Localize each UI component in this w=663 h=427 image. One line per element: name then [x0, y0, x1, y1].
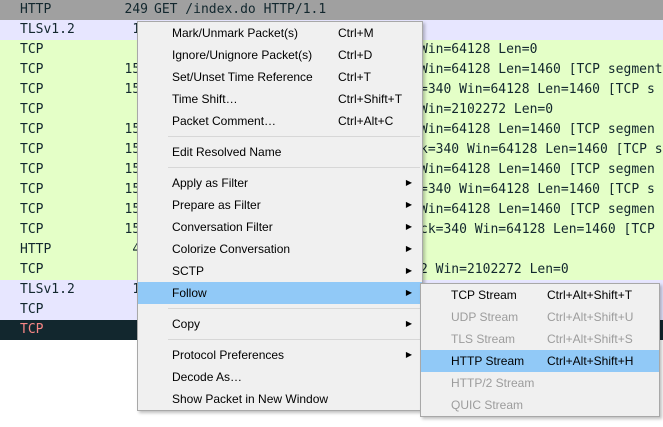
protocol-cell: TCP: [20, 322, 44, 337]
menu-label: HTTP/2 Stream: [451, 376, 535, 390]
submenu-arrow-icon: ▶: [405, 222, 412, 231]
menu-label: TLS Stream: [451, 332, 516, 346]
follow-quic-stream-item[interactable]: QUIC Stream: [421, 394, 659, 416]
submenu-arrow-icon: ▶: [405, 288, 412, 297]
menu-label: Follow: [172, 286, 207, 300]
prepare-as-filter-item[interactable]: Prepare as Filter ▶: [138, 194, 422, 216]
conversation-filter-item[interactable]: Conversation Filter ▶: [138, 216, 422, 238]
time-shift-item[interactable]: Time Shift… Ctrl+Shift+T: [138, 88, 422, 110]
menu-shortcut: Ctrl+Alt+Shift+H: [547, 354, 634, 368]
context-menu: Mark/Unmark Packet(s) Ctrl+M Ignore/Unign…: [137, 21, 423, 411]
menu-label: SCTP: [172, 264, 205, 278]
menu-label: Apply as Filter: [172, 176, 249, 190]
protocol-cell: TCP: [20, 42, 44, 57]
info-tail-cell: Win=64128 Len=1460 [TCP segmen: [420, 202, 655, 217]
menu-shortcut: Ctrl+D: [338, 48, 373, 62]
submenu-arrow-icon: ▶: [405, 266, 412, 275]
menu-label: Conversation Filter: [172, 220, 273, 234]
show-packet-new-window-item[interactable]: Show Packet in New Window: [138, 388, 422, 410]
menu-label: Ignore/Unignore Packet(s): [172, 48, 313, 62]
menu-shortcut: Ctrl+Shift+T: [338, 92, 403, 106]
menu-label: Prepare as Filter: [172, 198, 261, 212]
menu-separator: [168, 339, 420, 340]
menu-label: Edit Resolved Name: [172, 145, 282, 159]
packet-comment-item[interactable]: Packet Comment… Ctrl+Alt+C: [138, 110, 422, 132]
follow-submenu: TCP Stream Ctrl+Alt+Shift+T UDP Stream Ctr…: [420, 283, 660, 417]
info-tail-cell: =340 Win=64128 Len=1460 [TCP s: [420, 182, 655, 197]
follow-http-stream-item[interactable]: HTTP Stream Ctrl+Alt+Shift+H: [421, 350, 659, 372]
menu-label: Set/Unset Time Reference: [172, 70, 313, 84]
menu-label: Decode As…: [172, 370, 243, 384]
protocol-cell: TLSv1.2: [20, 282, 75, 297]
protocol-cell: TCP: [20, 222, 44, 237]
protocol-cell: HTTP: [20, 242, 52, 257]
follow-udp-stream-item[interactable]: UDP Stream Ctrl+Alt+Shift+U: [421, 306, 659, 328]
mark-packet-item[interactable]: Mark/Unmark Packet(s) Ctrl+M: [138, 22, 422, 44]
protocol-cell: HTTP: [20, 2, 52, 17]
protocol-cell: TCP: [20, 142, 44, 157]
menu-label: Mark/Unmark Packet(s): [172, 26, 299, 40]
protocol-cell: TLSv1.2: [20, 22, 75, 37]
protocol-cell: TCP: [20, 62, 44, 77]
info-tail-cell: =340 Win=64128 Len=1460 [TCP s: [420, 82, 655, 97]
follow-tls-stream-item[interactable]: TLS Stream Ctrl+Alt+Shift+S: [421, 328, 659, 350]
length-cell: 249: [124, 2, 148, 17]
protocol-cell: TCP: [20, 202, 44, 217]
packet-row[interactable]: HTTP 249 GET /index.do HTTP/1.1: [0, 0, 663, 20]
apply-as-filter-item[interactable]: Apply as Filter ▶: [138, 172, 422, 194]
menu-separator: [168, 136, 420, 137]
protocol-cell: TCP: [20, 262, 44, 277]
edit-resolved-name-item[interactable]: Edit Resolved Name: [138, 141, 422, 163]
protocol-preferences-item[interactable]: Protocol Preferences ▶: [138, 344, 422, 366]
menu-label: Copy: [172, 317, 201, 331]
menu-separator: [168, 167, 420, 168]
info-tail-cell: Win=64128 Len=1460 [TCP segmen: [420, 162, 655, 177]
info-cell: GET /index.do HTTP/1.1: [154, 2, 327, 17]
menu-label: Colorize Conversation: [172, 242, 291, 256]
menu-label: UDP Stream: [451, 310, 519, 324]
submenu-arrow-icon: ▶: [405, 319, 412, 328]
copy-item[interactable]: Copy ▶: [138, 313, 422, 335]
menu-shortcut: Ctrl+Alt+C: [338, 114, 394, 128]
info-tail-cell: Win=64128 Len=1460 [TCP segmen: [420, 122, 655, 137]
time-reference-item[interactable]: Set/Unset Time Reference Ctrl+T: [138, 66, 422, 88]
menu-shortcut: Ctrl+T: [338, 70, 371, 84]
menu-label: Show Packet in New Window: [172, 392, 329, 406]
menu-shortcut: Ctrl+Alt+Shift+U: [547, 310, 634, 324]
protocol-cell: TCP: [20, 302, 44, 317]
protocol-cell: TCP: [20, 82, 44, 97]
protocol-cell: TCP: [20, 102, 44, 117]
menu-shortcut: Ctrl+Alt+Shift+T: [547, 288, 633, 302]
info-tail-cell: Win=64128 Len=0: [420, 42, 538, 57]
info-tail-cell: Win=64128 Len=1460 [TCP segment: [420, 62, 663, 77]
menu-separator: [168, 308, 420, 309]
info-tail-cell: Win=2102272 Len=0: [420, 102, 554, 117]
info-tail-cell: 2 Win=2102272 Len=0: [420, 262, 569, 277]
submenu-arrow-icon: ▶: [405, 200, 412, 209]
menu-label: HTTP Stream: [451, 354, 525, 368]
follow-item[interactable]: Follow ▶: [138, 282, 422, 304]
sctp-item[interactable]: SCTP ▶: [138, 260, 422, 282]
menu-shortcut: Ctrl+Alt+Shift+S: [547, 332, 633, 346]
protocol-cell: TCP: [20, 122, 44, 137]
menu-label: Protocol Preferences: [172, 348, 285, 362]
follow-http2-stream-item[interactable]: HTTP/2 Stream: [421, 372, 659, 394]
ignore-packet-item[interactable]: Ignore/Unignore Packet(s) Ctrl+D: [138, 44, 422, 66]
menu-label: TCP Stream: [451, 288, 517, 302]
submenu-arrow-icon: ▶: [405, 178, 412, 187]
submenu-arrow-icon: ▶: [405, 350, 412, 359]
protocol-cell: TCP: [20, 182, 44, 197]
menu-label: QUIC Stream: [451, 398, 524, 412]
follow-tcp-stream-item[interactable]: TCP Stream Ctrl+Alt+Shift+T: [421, 284, 659, 306]
info-tail-cell: ck=340 Win=64128 Len=1460 [TCP: [420, 222, 655, 237]
submenu-arrow-icon: ▶: [405, 244, 412, 253]
decode-as-item[interactable]: Decode As…: [138, 366, 422, 388]
menu-shortcut: Ctrl+M: [338, 26, 374, 40]
menu-label: Packet Comment…: [172, 114, 277, 128]
menu-label: Time Shift…: [172, 92, 238, 106]
protocol-cell: TCP: [20, 162, 44, 177]
info-tail-cell: k=340 Win=64128 Len=1460 [TCP s: [420, 142, 663, 157]
colorize-conversation-item[interactable]: Colorize Conversation ▶: [138, 238, 422, 260]
